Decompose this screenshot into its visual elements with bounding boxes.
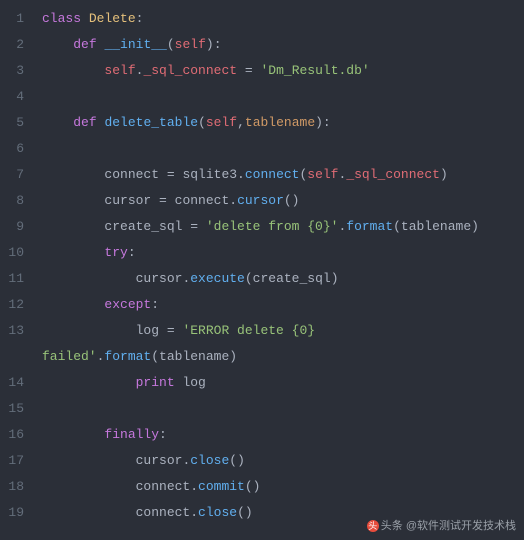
line-number: 19 <box>0 500 32 526</box>
line-number: 10 <box>0 240 32 266</box>
line-number: 6 <box>0 136 32 162</box>
code-line: cursor.close() <box>42 448 524 474</box>
code-line <box>42 84 524 110</box>
code-line: try: <box>42 240 524 266</box>
code-line: log = 'ERROR delete {0} failed'.format(t… <box>42 318 524 370</box>
line-number: 14 <box>0 370 32 396</box>
line-number: 18 <box>0 474 32 500</box>
code-editor: 1 2 3 4 5 6 7 8 9 10 11 12 13 14 15 16 1… <box>0 0 524 526</box>
line-number: 4 <box>0 84 32 110</box>
line-number: 7 <box>0 162 32 188</box>
line-number: 17 <box>0 448 32 474</box>
code-line: self._sql_connect = 'Dm_Result.db' <box>42 58 524 84</box>
code-content: class Delete: def __init__(self): self._… <box>32 6 524 526</box>
line-number: 1 <box>0 6 32 32</box>
line-number: 8 <box>0 188 32 214</box>
line-number: 12 <box>0 292 32 318</box>
line-number: 13 <box>0 318 32 370</box>
line-number: 15 <box>0 396 32 422</box>
line-number: 5 <box>0 110 32 136</box>
code-line <box>42 136 524 162</box>
code-line: except: <box>42 292 524 318</box>
line-number: 9 <box>0 214 32 240</box>
code-line: print log <box>42 370 524 396</box>
code-line: connect.commit() <box>42 474 524 500</box>
code-line <box>42 396 524 422</box>
line-number: 16 <box>0 422 32 448</box>
code-line: def __init__(self): <box>42 32 524 58</box>
code-line: create_sql = 'delete from {0}'.format(ta… <box>42 214 524 240</box>
code-line: finally: <box>42 422 524 448</box>
line-number: 3 <box>0 58 32 84</box>
line-number-gutter: 1 2 3 4 5 6 7 8 9 10 11 12 13 14 15 16 1… <box>0 6 32 526</box>
watermark: 头头条 @软件测试开发技术栈 <box>367 518 516 535</box>
line-number: 2 <box>0 32 32 58</box>
code-line: connect = sqlite3.connect(self._sql_conn… <box>42 162 524 188</box>
code-line: cursor.execute(create_sql) <box>42 266 524 292</box>
code-line: class Delete: <box>42 6 524 32</box>
watermark-text: 头条 @软件测试开发技术栈 <box>381 520 516 532</box>
code-line: def delete_table(self,tablename): <box>42 110 524 136</box>
line-number: 11 <box>0 266 32 292</box>
watermark-logo-icon: 头 <box>367 520 379 532</box>
code-line: cursor = connect.cursor() <box>42 188 524 214</box>
